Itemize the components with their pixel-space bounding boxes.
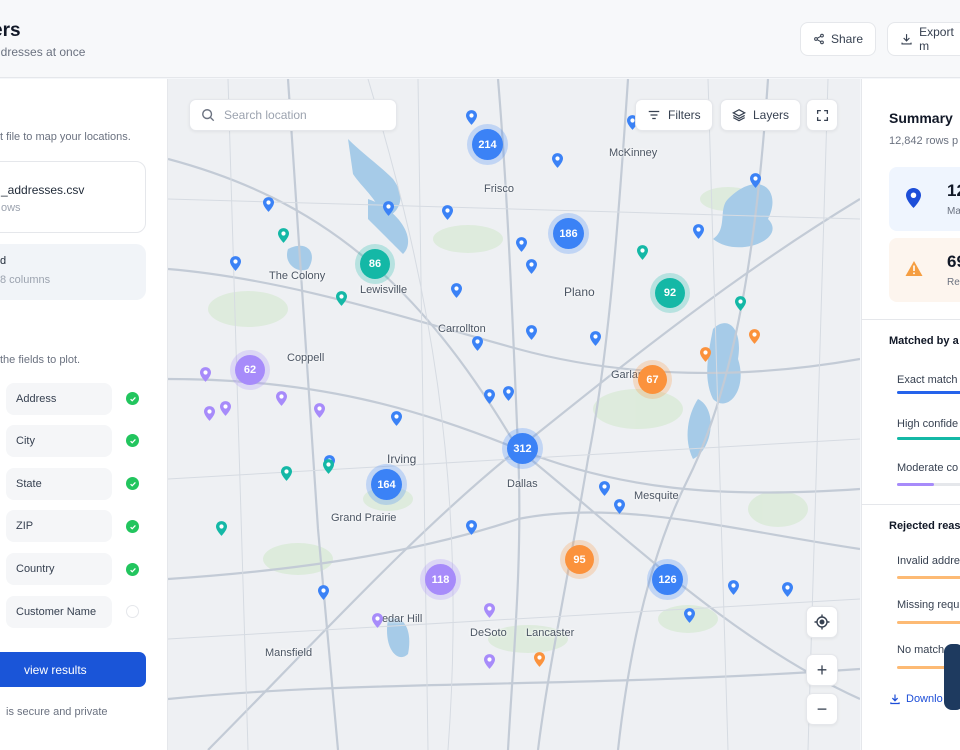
status-subtitle: 8 columns: [0, 274, 51, 286]
search-placeholder: Search location: [224, 108, 307, 122]
share-icon: [814, 33, 824, 45]
upload-hint: t file to map your locations.: [0, 131, 131, 143]
field-state[interactable]: State: [6, 468, 112, 500]
field-label: Customer Name: [16, 606, 97, 618]
view-results-button[interactable]: view results: [0, 652, 146, 687]
check-icon[interactable]: [126, 563, 139, 576]
zoom-in-button[interactable]: +: [806, 654, 838, 686]
divider: [862, 504, 960, 505]
file-name: _addresses.csv: [1, 183, 85, 197]
layers-label: Layers: [753, 108, 790, 122]
field-zip[interactable]: ZIP: [6, 510, 112, 542]
field-customer-name[interactable]: Customer Name: [6, 596, 112, 628]
field-label: Address: [16, 393, 57, 405]
filters-button[interactable]: Filters: [635, 99, 713, 131]
export-label: Export m: [919, 25, 954, 53]
cluster-marker[interactable]: 62: [235, 355, 265, 385]
reject-bar: [897, 621, 960, 624]
cluster-marker[interactable]: 126: [652, 564, 683, 595]
matched-count: 12: [947, 181, 960, 200]
download-icon: [901, 34, 912, 45]
field-address[interactable]: Address: [6, 383, 112, 415]
share-button[interactable]: Share: [800, 22, 876, 56]
floating-widget[interactable]: [944, 644, 960, 710]
field-country[interactable]: Country: [6, 553, 112, 585]
field-label: Country: [16, 563, 55, 575]
location-pins[interactable]: [168, 79, 860, 750]
cluster-marker[interactable]: 214: [472, 129, 503, 160]
warning-icon: [905, 261, 923, 276]
layers-icon: [732, 109, 746, 122]
cluster-marker[interactable]: 312: [507, 433, 538, 464]
match-type-label: High confide: [897, 418, 959, 430]
check-icon[interactable]: [126, 477, 139, 490]
matched-label: Ma: [947, 206, 960, 217]
minus-icon: −: [816, 698, 828, 719]
match-type-label: Moderate co: [897, 462, 959, 474]
layers-button[interactable]: Layers: [720, 99, 802, 131]
fields-hint: the fields to plot.: [0, 354, 81, 366]
locate-button[interactable]: [806, 606, 838, 638]
cluster-marker[interactable]: 118: [425, 564, 456, 595]
download-label: Downlo: [906, 693, 943, 705]
cluster-marker[interactable]: 92: [655, 278, 685, 308]
unchecked-icon[interactable]: [126, 605, 139, 618]
locate-icon: [814, 614, 830, 630]
download-icon: [890, 694, 900, 705]
location-pin-icon: [906, 188, 921, 208]
cluster-marker[interactable]: 164: [371, 469, 402, 500]
upload-status-card: d 8 columns: [0, 244, 146, 300]
upload-panel: t file to map your locations. _addresses…: [0, 79, 168, 750]
field-label: City: [16, 435, 35, 447]
check-icon[interactable]: [126, 392, 139, 405]
plus-icon: +: [816, 659, 828, 680]
reject-bar: [897, 576, 960, 579]
match-bar: [897, 437, 960, 440]
page-header: ers ddresses at once Share Export m: [0, 0, 960, 78]
reject-reason-label: Missing requi: [897, 599, 960, 611]
fullscreen-button[interactable]: [806, 99, 838, 131]
matched-by-title: Matched by a: [889, 335, 959, 347]
zoom-out-button[interactable]: −: [806, 693, 838, 725]
summary-title: Summary: [889, 110, 953, 126]
field-city[interactable]: City: [6, 425, 112, 457]
rejected-label: Re: [947, 277, 960, 288]
match-bar: [897, 391, 960, 394]
search-icon: [202, 109, 215, 122]
divider: [862, 319, 960, 320]
match-type-label: Exact match: [897, 374, 958, 386]
filters-label: Filters: [668, 108, 701, 122]
rejected-stat-card: 69 Re: [889, 238, 960, 302]
cluster-marker[interactable]: 86: [360, 249, 390, 279]
fullscreen-icon: [816, 109, 828, 121]
status-title: d: [0, 255, 7, 267]
matched-stat-card: 12 Ma: [889, 167, 960, 231]
rejected-count: 69: [947, 252, 960, 271]
cluster-marker[interactable]: 186: [553, 218, 584, 249]
field-label: State: [16, 478, 42, 490]
field-label: ZIP: [16, 520, 34, 532]
reject-reason-label: Invalid addre: [897, 555, 960, 567]
page-title: ers: [0, 20, 21, 41]
secure-note: is secure and private: [6, 706, 108, 718]
check-icon[interactable]: [126, 434, 139, 447]
map-search-field[interactable]: Search location: [189, 99, 397, 131]
summary-subtitle: 12,842 rows p: [889, 135, 959, 147]
file-rows: ows: [1, 202, 21, 214]
share-label: Share: [830, 32, 863, 46]
cluster-marker[interactable]: 67: [638, 365, 667, 394]
file-card[interactable]: _addresses.csv ows: [0, 161, 146, 233]
map-view[interactable]: McKinney Frisco Plano Carrollton Garland…: [168, 79, 860, 750]
match-bar: [897, 483, 934, 486]
rejected-reasons-title: Rejected reas: [889, 520, 960, 532]
download-report-link[interactable]: Downlo: [889, 693, 943, 705]
page-subtitle: ddresses at once: [0, 45, 86, 59]
filter-icon: [648, 110, 660, 120]
reject-reason-label: No match f: [897, 644, 951, 656]
cluster-marker[interactable]: 95: [565, 545, 594, 574]
check-icon[interactable]: [126, 520, 139, 533]
export-button[interactable]: Export m: [887, 22, 960, 56]
